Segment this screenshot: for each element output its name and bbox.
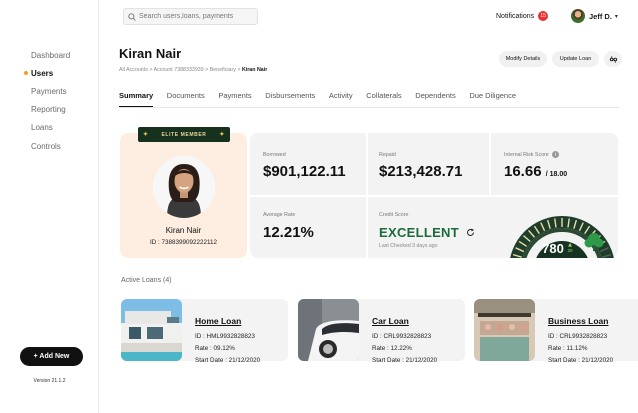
tabs-divider xyxy=(119,107,619,108)
rate-label: Average Rate xyxy=(263,212,296,218)
risk-max: / 18.00 xyxy=(545,171,568,178)
risk-value-row: 16.66 / 18.00 xyxy=(504,163,567,180)
active-loans-title: Active Loans (4) xyxy=(121,277,172,284)
tab-label: Payments xyxy=(218,91,252,100)
sidebar-item-label: Controls xyxy=(31,141,61,151)
breadcrumb: All Accounts > Account 7388333939 > Bene… xyxy=(119,67,267,73)
settings-icon xyxy=(609,55,617,63)
star-icon: ✦ xyxy=(219,132,225,138)
tab-disbursements[interactable]: Disbursements xyxy=(265,91,315,100)
borrowed-value: $901,122.11 xyxy=(263,163,346,180)
sidebar-item-label: Dashboard xyxy=(31,50,71,60)
chevron-down-icon: ▾ xyxy=(614,13,618,20)
breadcrumb-current: Kiran Nair xyxy=(241,67,268,73)
sidebar-item-users[interactable]: Users xyxy=(0,64,99,82)
tab-label: Dependents xyxy=(415,91,456,100)
loan-card-business[interactable]: Business Loan ID : CRL9932828823 Rate : … xyxy=(474,299,638,364)
loan-rate: Rate : 12.22% xyxy=(372,345,412,352)
sidebar-nav: Dashboard Users Payments Reporting Loans… xyxy=(0,46,99,155)
more-options-button[interactable] xyxy=(604,51,622,67)
search-box[interactable] xyxy=(123,8,258,25)
risk-label: Internal Risk Score xyxy=(504,151,549,158)
rate-value: 12.21% xyxy=(263,224,314,241)
badge-label: ELITE MEMBER xyxy=(161,131,207,138)
tab-bar: Summary Documents Payments Disbursements… xyxy=(119,91,530,108)
tab-documents[interactable]: Documents xyxy=(167,91,205,100)
borrowed-label: Borrowed xyxy=(263,152,286,158)
risk-label-row: Internal Risk Score i xyxy=(504,151,559,158)
sidebar-item-dashboard[interactable]: Dashboard xyxy=(0,46,99,64)
user-name: Jeff D. xyxy=(589,11,612,21)
version-label: Version 21.1.2 xyxy=(33,378,66,384)
repaid-value: $213,428.71 xyxy=(379,163,463,180)
sidebar: Dashboard Users Payments Reporting Loans… xyxy=(0,0,99,413)
add-new-button[interactable]: + Add New xyxy=(20,347,83,366)
loan-rate: Rate : 11.12% xyxy=(548,345,588,352)
loan-card-car[interactable]: Car Loan ID : CRL9932828823 Rate : 12.22… xyxy=(298,299,465,364)
user-menu[interactable]: Jeff D. ▾ xyxy=(571,9,618,23)
page-title: Kiran Nair xyxy=(119,46,182,61)
notifications-label: Notifications xyxy=(496,12,535,20)
tab-dependents[interactable]: Dependents xyxy=(415,91,455,100)
profile-photo xyxy=(153,156,215,218)
loan-start-date: Start Date : 21/12/2020 xyxy=(372,357,438,364)
loan-id: ID : CRL9932828823 xyxy=(372,333,432,340)
tab-label: Activity xyxy=(328,91,353,100)
star-icon: ✦ xyxy=(143,132,149,138)
sidebar-item-label: Payments xyxy=(31,86,67,96)
loan-start-date: Start Date : 21/12/2020 xyxy=(548,357,614,364)
sidebar-item-label: Loans xyxy=(31,123,53,133)
tab-payments[interactable]: Payments xyxy=(218,91,251,100)
notifications-button[interactable]: Notifications 15 xyxy=(496,11,549,21)
sidebar-item-reporting[interactable]: Reporting xyxy=(0,101,99,119)
loan-id: ID : HML9932828823 xyxy=(195,333,255,340)
notifications-badge: 15 xyxy=(538,11,549,21)
sidebar-item-payments[interactable]: Payments xyxy=(0,82,99,100)
sidebar-item-loans[interactable]: Loans xyxy=(0,119,99,137)
credit-score-delta: 20 xyxy=(567,248,573,253)
search-icon xyxy=(128,12,136,21)
loan-start-date: Start Date : 21/12/2020 xyxy=(195,357,261,364)
profile-name: Kiran Nair xyxy=(165,226,202,235)
breadcrumb-path[interactable]: All Accounts > Account 7388333939 > Bene… xyxy=(119,67,242,73)
loan-title[interactable]: Home Loan xyxy=(195,316,241,326)
sidebar-item-label: Reporting xyxy=(31,105,66,115)
sidebar-item-controls[interactable]: Controls xyxy=(0,137,99,155)
elite-member-badge: ✦ ELITE MEMBER ✦ xyxy=(138,127,230,142)
tab-label: Documents xyxy=(166,91,205,100)
home-loan-image xyxy=(121,299,182,361)
profile-id: ID : 7388399092222112 xyxy=(149,239,218,246)
loan-title[interactable]: Car Loan xyxy=(372,316,409,326)
sidebar-item-label: Users xyxy=(31,68,54,78)
loan-title[interactable]: Business Loan xyxy=(548,316,608,326)
risk-value: 16.66 xyxy=(504,163,542,180)
search-input[interactable] xyxy=(139,13,257,20)
update-loan-button[interactable]: Update Loan xyxy=(552,51,599,67)
modify-details-button[interactable]: Modify Details xyxy=(499,51,547,67)
tab-label: Summary xyxy=(119,91,154,100)
active-dot xyxy=(24,71,28,76)
tab-activity[interactable]: Activity xyxy=(329,91,353,100)
loan-id: ID : CRL9932828823 xyxy=(548,333,608,340)
credit-gauge: 780 ▲ 20 xyxy=(510,216,614,258)
avatar xyxy=(571,9,585,23)
tab-due-diligence[interactable]: Due Diligence xyxy=(469,91,516,100)
tab-label: Due Diligence xyxy=(469,91,517,100)
credit-score-value: 780 xyxy=(542,241,564,256)
tab-collaterals[interactable]: Collaterals xyxy=(366,91,401,100)
tab-label: Collaterals xyxy=(366,91,402,100)
business-loan-image xyxy=(474,299,535,361)
tab-label: Disbursements xyxy=(265,91,316,100)
loan-card-home[interactable]: Home Loan ID : HML9932828823 Rate : 09.1… xyxy=(121,299,288,364)
repaid-label: Repaid xyxy=(379,152,396,158)
tab-summary[interactable]: Summary xyxy=(119,91,154,108)
car-loan-image xyxy=(298,299,359,361)
loan-rate: Rate : 09.12% xyxy=(195,345,235,352)
info-icon[interactable]: i xyxy=(551,151,559,158)
